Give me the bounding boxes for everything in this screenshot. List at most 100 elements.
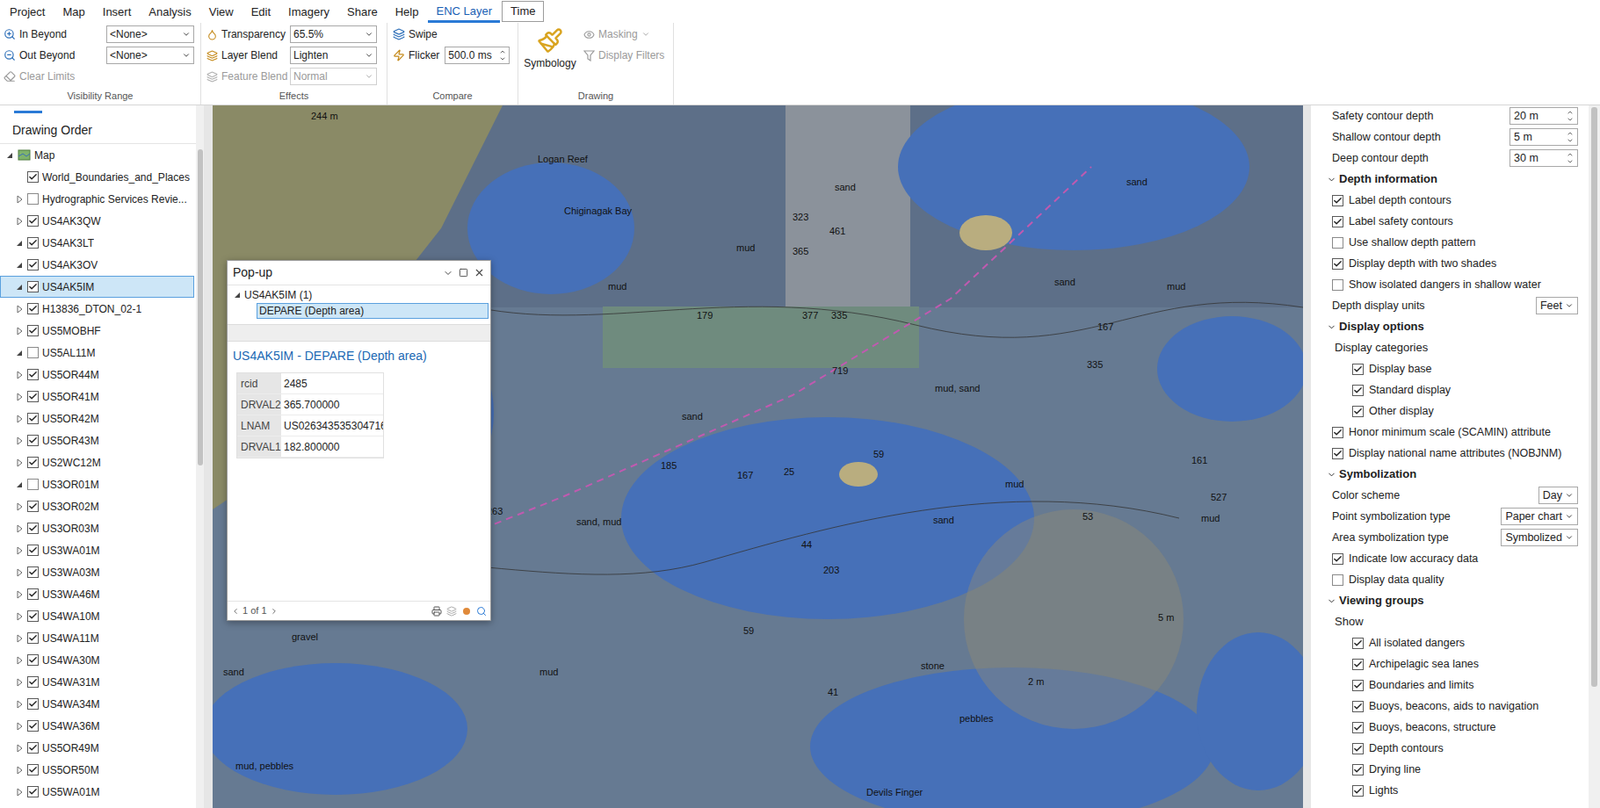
layer-checkbox[interactable] (27, 434, 39, 447)
layer-checkbox[interactable] (27, 325, 39, 337)
layer-row[interactable]: US3OR03M (0, 517, 195, 540)
spin-down-icon[interactable] (1566, 158, 1574, 166)
property-checkbox-row[interactable]: Other display (1326, 400, 1579, 422)
property-checkbox[interactable] (1352, 405, 1364, 418)
next-icon[interactable] (269, 607, 279, 616)
property-checkbox[interactable] (1332, 448, 1344, 460)
popup-title-bar[interactable]: Pop-up (227, 260, 491, 286)
menu-tab[interactable]: Time (501, 0, 544, 22)
property-checkbox[interactable] (1352, 764, 1364, 776)
property-checkbox-row[interactable]: Indicate low accuracy data (1326, 548, 1579, 570)
property-checkbox[interactable] (1352, 722, 1364, 734)
collapsed-triangle-icon[interactable] (14, 700, 24, 710)
spinner-field[interactable]: 20 m (1509, 107, 1579, 125)
property-checkbox-row[interactable]: Depth contours (1326, 738, 1579, 760)
property-checkbox-row[interactable]: Show isolated dangers in shallow water (1326, 274, 1579, 296)
property-checkbox-row[interactable]: Display depth with two shades (1326, 253, 1579, 275)
layer-row[interactable]: US3WA01M (0, 539, 195, 562)
layer-checkbox[interactable] (27, 412, 39, 425)
expanded-triangle-icon[interactable] (14, 348, 24, 358)
spin-down-icon[interactable] (1566, 115, 1574, 124)
collapse-icon[interactable] (442, 267, 454, 279)
collapsed-triangle-icon[interactable] (14, 546, 24, 556)
collapsed-triangle-icon[interactable] (14, 217, 24, 226)
layer-checkbox[interactable] (27, 390, 39, 403)
menu-tab[interactable]: Help (387, 1, 428, 23)
spin-up-icon[interactable] (1566, 108, 1574, 116)
menu-tab[interactable]: View (201, 1, 242, 23)
collapsed-triangle-icon[interactable] (14, 634, 24, 644)
property-checkbox[interactable] (1332, 237, 1344, 249)
property-dropdown[interactable]: Day (1538, 486, 1579, 505)
property-dropdown[interactable]: Paper chart (1500, 507, 1579, 526)
layer-row[interactable]: US4WA31M (0, 671, 195, 694)
maximize-icon[interactable] (458, 267, 469, 278)
property-checkbox[interactable] (1332, 574, 1344, 587)
layer-row[interactable]: US5WA01M (0, 781, 195, 804)
layer-row[interactable]: US4AK3LT (0, 231, 195, 254)
property-checkbox[interactable] (1332, 195, 1344, 207)
property-checkbox-row[interactable]: Honor minimum scale (SCAMIN) attribute (1326, 421, 1579, 443)
menu-tab[interactable]: ENC Layer (427, 1, 500, 23)
property-dropdown[interactable]: Symbolized (1500, 528, 1579, 547)
layer-checkbox[interactable] (27, 369, 39, 381)
menu-tab[interactable]: Map (54, 1, 93, 23)
menu-tab[interactable]: Edit (243, 1, 279, 23)
scrollbar[interactable] (195, 105, 204, 808)
layer-row[interactable]: US4AK3QW (0, 209, 195, 232)
layer-row[interactable]: US5OR50M (0, 759, 195, 782)
section-header[interactable]: Depth information (1326, 168, 1579, 190)
spin-up-icon[interactable] (1566, 151, 1574, 159)
collapsed-triangle-icon[interactable] (14, 370, 24, 380)
layer-row[interactable]: US4WA34M (0, 693, 195, 716)
property-checkbox-row[interactable]: Buoys, beacons, structure (1326, 716, 1579, 739)
swipe-button[interactable]: Swipe (392, 25, 513, 44)
spin-down-icon[interactable] (499, 55, 507, 63)
layer-checkbox[interactable] (27, 456, 39, 469)
flash-icon[interactable] (461, 606, 472, 617)
layer-checkbox[interactable] (27, 171, 39, 183)
layer-row[interactable]: US4AK3OV (0, 253, 195, 276)
collapsed-triangle-icon[interactable] (14, 568, 24, 578)
layer-checkbox[interactable] (27, 764, 39, 776)
property-checkbox-row[interactable]: Display national name attributes (NOBJNM… (1326, 442, 1579, 464)
layer-checkbox[interactable] (27, 720, 39, 732)
layer-checkbox[interactable] (27, 742, 39, 754)
section-header[interactable]: Symbolization (1326, 463, 1579, 486)
layer-row[interactable]: Hydrographic Services Revie... (0, 188, 195, 210)
property-checkbox[interactable] (1332, 258, 1344, 270)
collapsed-triangle-icon[interactable] (14, 502, 24, 512)
expanded-triangle-icon[interactable] (14, 260, 24, 270)
property-checkbox[interactable] (1352, 658, 1364, 671)
transparency-dropdown[interactable]: 65.5% (289, 25, 377, 44)
collapsed-triangle-icon[interactable] (14, 590, 24, 600)
layer-checkbox[interactable] (27, 654, 39, 667)
expanded-triangle-icon[interactable] (14, 480, 24, 490)
symbology-button[interactable]: Symbology (521, 25, 579, 89)
collapsed-triangle-icon[interactable] (14, 326, 24, 336)
section-header[interactable]: Display options (1326, 316, 1579, 338)
layer-checkbox[interactable] (27, 259, 39, 271)
layer-row[interactable]: US4WA10M (0, 605, 195, 628)
property-checkbox[interactable] (1352, 363, 1364, 376)
layer-checkbox[interactable] (27, 281, 39, 293)
collapsed-triangle-icon[interactable] (14, 524, 24, 534)
layer-row[interactable]: US3OR01M (0, 473, 195, 496)
property-checkbox-row[interactable]: All isolated dangers (1326, 632, 1579, 654)
popup-layer-node[interactable]: US4AK5IM (1) (227, 287, 491, 304)
property-checkbox[interactable] (1352, 785, 1364, 797)
menu-tab[interactable]: Project (1, 1, 53, 23)
property-checkbox-row[interactable]: Archipelagic sea lanes (1326, 653, 1579, 675)
property-checkbox-row[interactable]: Lights (1326, 780, 1579, 802)
layer-blend-dropdown[interactable]: Lighten (289, 46, 377, 65)
layer-row[interactable]: US5MOBHF (0, 319, 195, 342)
layer-row[interactable]: US4WA30M (0, 649, 195, 672)
scrollbar[interactable] (1588, 105, 1600, 808)
collapsed-triangle-icon[interactable] (14, 678, 24, 688)
property-checkbox[interactable] (1352, 701, 1364, 713)
spin-up-icon[interactable] (1566, 130, 1574, 138)
layer-checkbox[interactable] (27, 303, 39, 315)
out-beyond-button[interactable]: Out Beyond (3, 47, 107, 64)
property-checkbox-row[interactable]: Label safety contours (1326, 210, 1579, 232)
property-checkbox[interactable] (1352, 680, 1364, 692)
